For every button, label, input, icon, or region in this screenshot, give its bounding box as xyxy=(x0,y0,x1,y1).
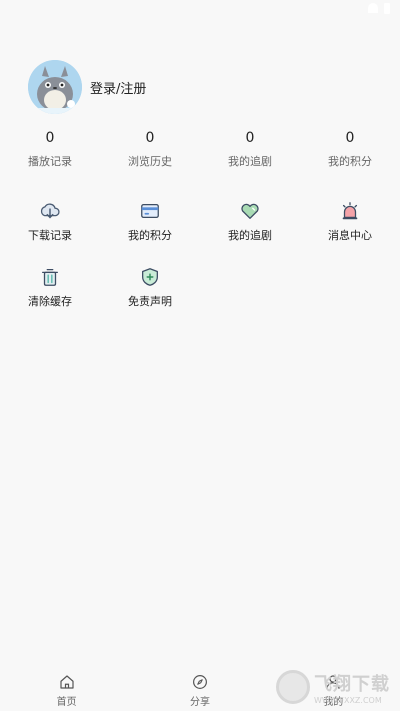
stats-row: 0 播放记录 0 浏览历史 0 我的追剧 0 我的积分 xyxy=(0,128,400,169)
grid-item-download-records[interactable]: 下载记录 xyxy=(0,196,100,262)
function-grid: 下载记录 我的积分 我的追剧 消息中心 清除缓存 免责声明 xyxy=(0,196,400,328)
wifi-icon xyxy=(368,3,378,13)
status-bar xyxy=(0,0,400,16)
watermark-sub: WWW.FXXZ.COM xyxy=(314,695,382,705)
grid-item-label: 我的积分 xyxy=(128,229,172,242)
stat-value: 0 xyxy=(145,130,155,146)
grid-item-my-follows[interactable]: 我的追剧 xyxy=(200,196,300,262)
stat-value: 0 xyxy=(345,130,355,146)
shield-icon xyxy=(142,268,158,286)
stat-browse-history[interactable]: 0 浏览历史 xyxy=(100,128,200,169)
stat-value: 0 xyxy=(245,130,255,146)
totoro-avatar-icon xyxy=(28,60,82,114)
compass-icon xyxy=(193,675,207,689)
stat-my-points[interactable]: 0 我的积分 xyxy=(300,128,400,169)
stat-my-follows[interactable]: 0 我的追剧 xyxy=(200,128,300,169)
stat-label: 浏览历史 xyxy=(128,155,172,168)
heart-icon xyxy=(241,203,259,219)
profile-header[interactable]: 登录/注册 xyxy=(28,60,146,114)
nav-home[interactable]: 首页 xyxy=(0,669,133,711)
stat-play-history[interactable]: 0 播放记录 xyxy=(0,128,100,169)
nav-share[interactable]: 分享 xyxy=(133,669,266,711)
watermark-logo-icon xyxy=(276,670,310,704)
grid-item-label: 消息中心 xyxy=(328,229,372,242)
stat-value: 0 xyxy=(45,130,55,146)
cloud-download-icon xyxy=(40,203,60,219)
grid-item-disclaimer[interactable]: 免责声明 xyxy=(100,262,200,328)
home-icon xyxy=(60,675,74,689)
grid-item-label: 下载记录 xyxy=(28,229,72,242)
login-register-link[interactable]: 登录/注册 xyxy=(90,78,146,97)
alarm-bell-icon xyxy=(342,202,358,220)
stat-label: 我的追剧 xyxy=(228,155,272,168)
grid-item-label: 清除缓存 xyxy=(28,295,72,308)
grid-item-label: 我的追剧 xyxy=(228,229,272,242)
grid-item-my-points[interactable]: 我的积分 xyxy=(100,196,200,262)
grid-item-label: 免责声明 xyxy=(128,295,172,308)
watermark-main: 飞翔下载 xyxy=(314,673,390,695)
trash-icon xyxy=(42,269,58,286)
card-icon xyxy=(141,203,159,219)
watermark: 飞翔下载 WWW.FXXZ.COM xyxy=(276,667,392,707)
battery-icon xyxy=(384,2,390,14)
stat-label: 播放记录 xyxy=(28,155,72,168)
watermark-text: 飞翔下载 WWW.FXXZ.COM xyxy=(314,670,390,705)
grid-item-message-center[interactable]: 消息中心 xyxy=(300,196,400,262)
stat-label: 我的积分 xyxy=(328,155,372,168)
grid-item-clear-cache[interactable]: 清除缓存 xyxy=(0,262,100,328)
nav-label: 首页 xyxy=(56,697,77,708)
nav-label: 分享 xyxy=(189,697,210,708)
avatar[interactable] xyxy=(28,60,82,114)
